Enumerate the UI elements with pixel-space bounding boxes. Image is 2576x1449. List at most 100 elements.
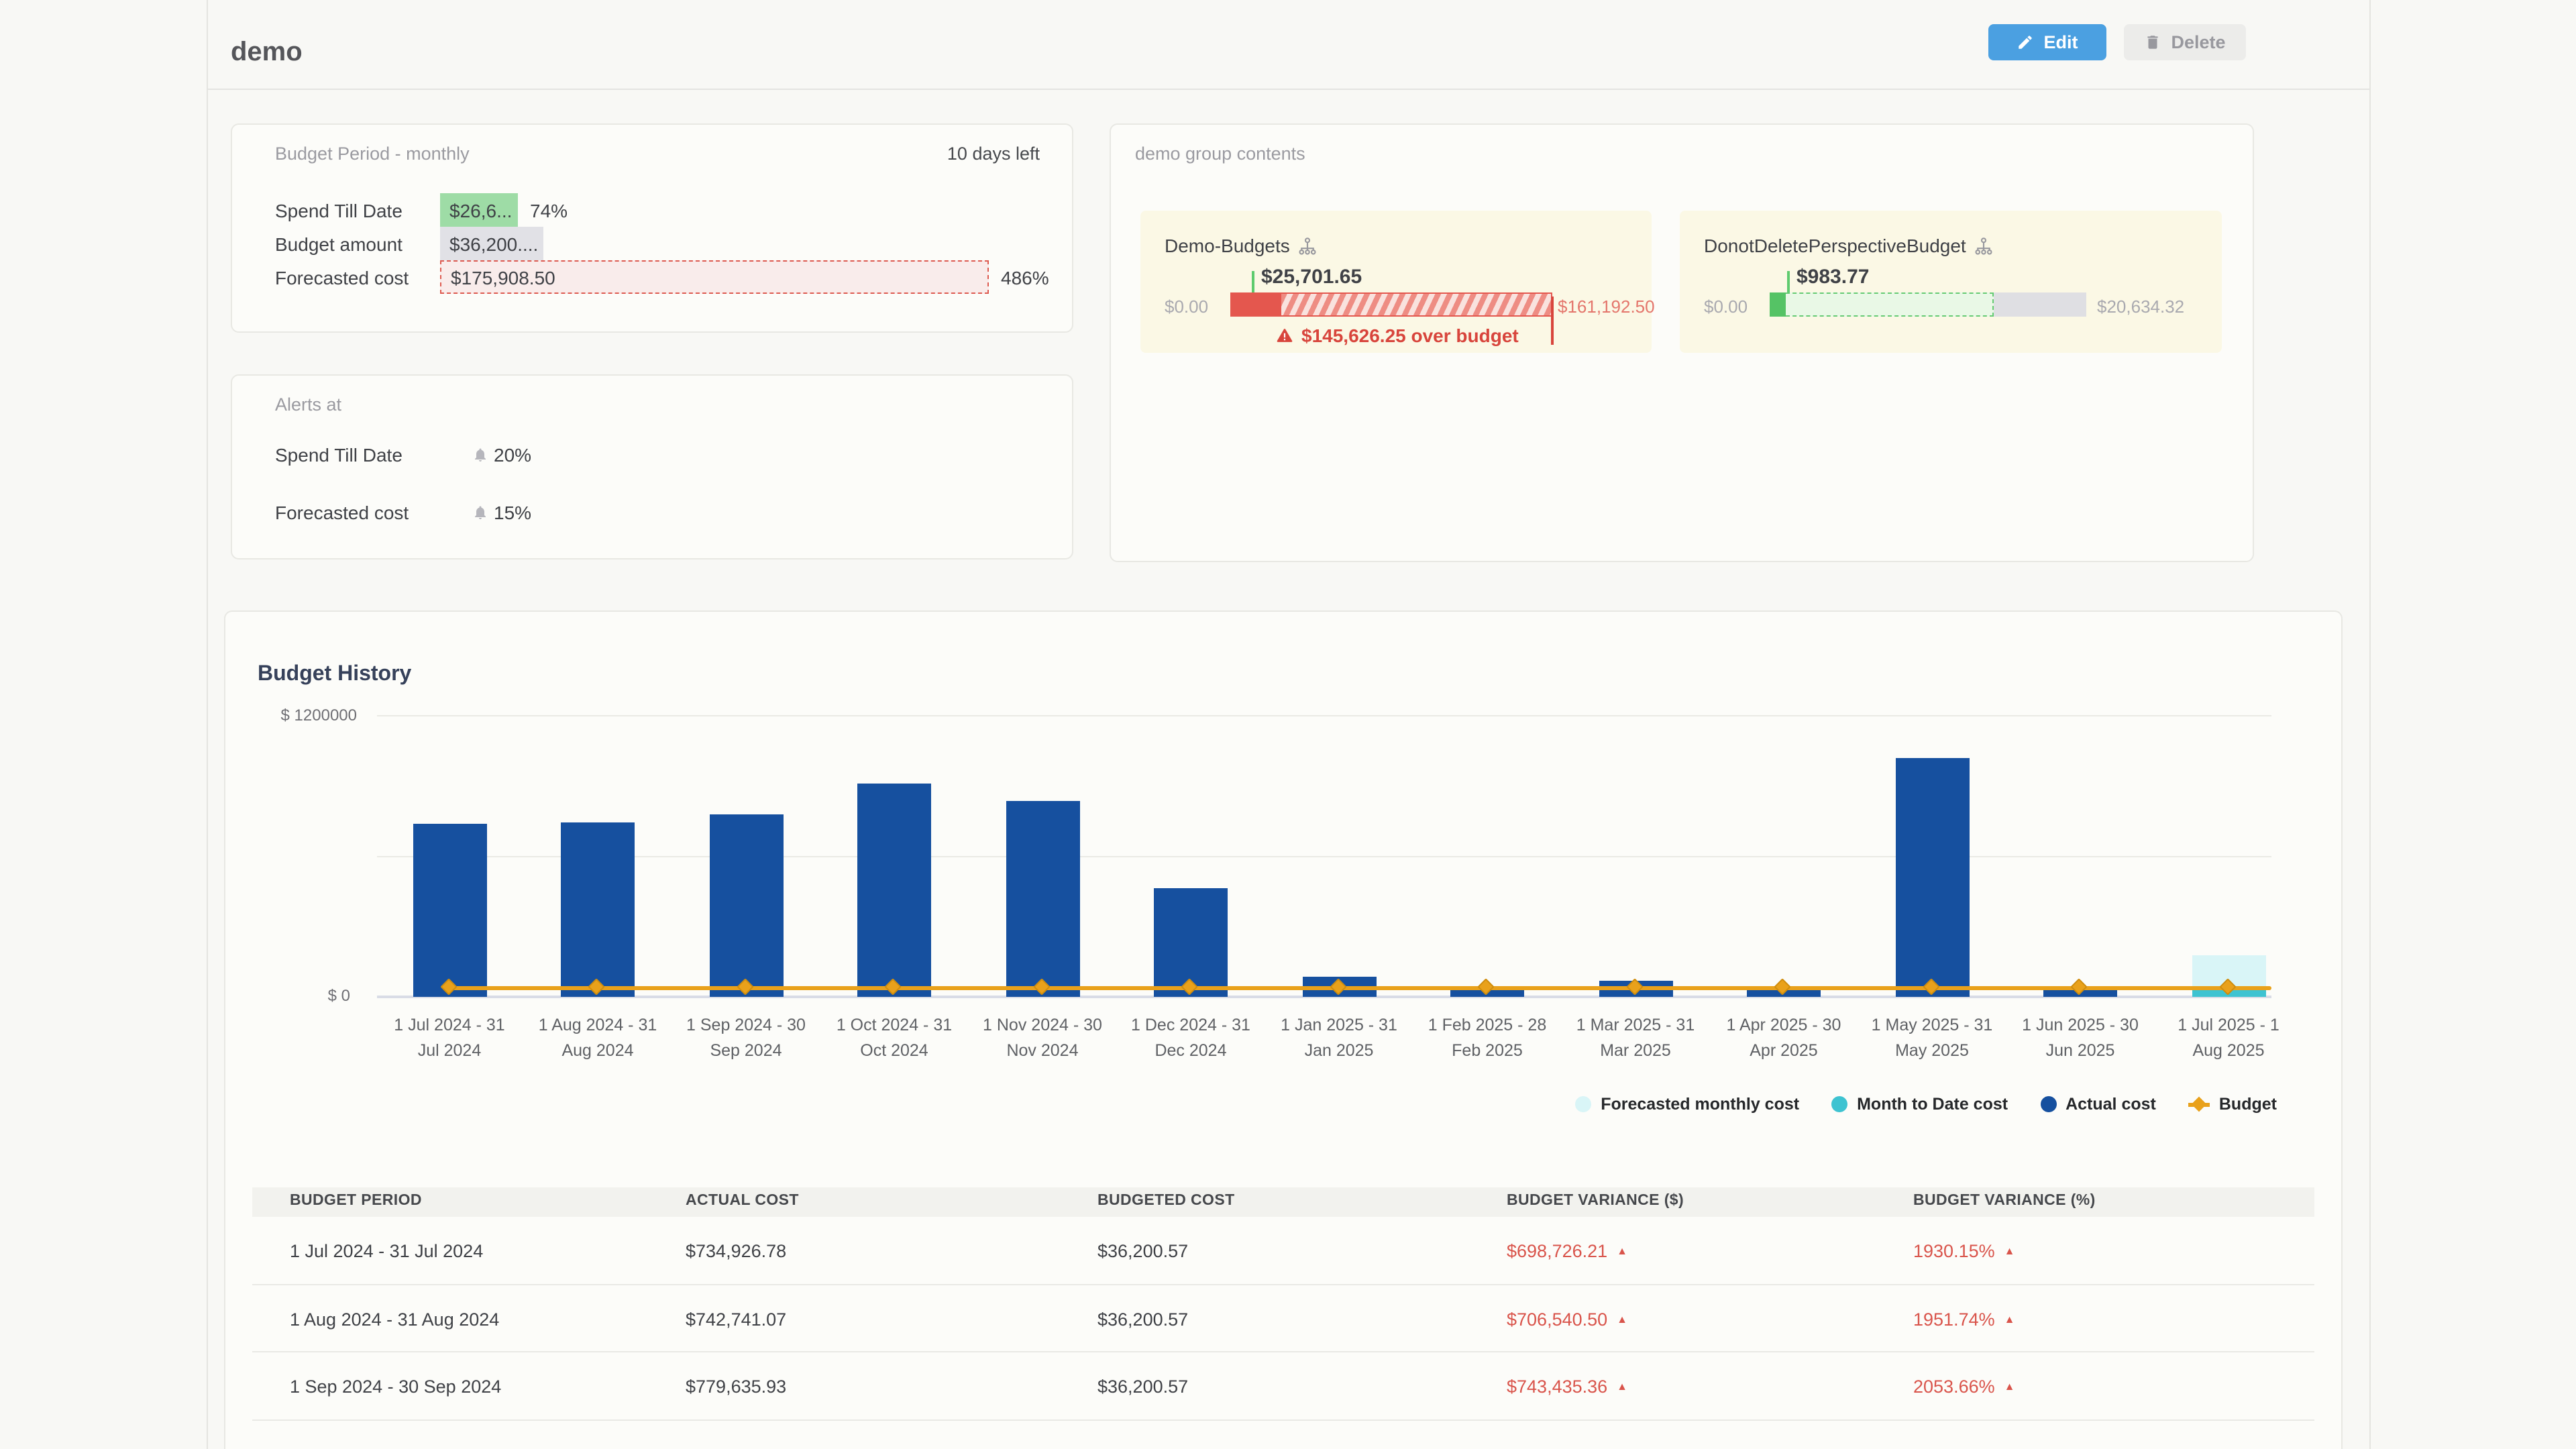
legend-label: Month to Date cost — [1857, 1095, 2008, 1114]
hierarchy-icon — [1974, 235, 1994, 256]
table-cell: 1951.74%▲ — [1913, 1309, 2015, 1329]
budget-item-demo-budgets: Demo-Budgets $25,701.65 $0.00 $161,192.5… — [1140, 211, 1652, 353]
table-cell: 2053.66%▲ — [1913, 1377, 2015, 1397]
budget-item-name: DonotDeletePerspectiveBudget — [1704, 235, 1966, 256]
budget-line — [449, 986, 2271, 990]
budget-amount-label: Budget amount — [275, 233, 440, 254]
edit-button-label: Edit — [2044, 32, 2078, 52]
legend-label: Forecasted monthly cost — [1601, 1095, 1799, 1114]
warning-icon — [1276, 327, 1293, 344]
forecast-chip: $175,908.50 — [440, 260, 989, 294]
spend-chip: $26,6... — [440, 193, 518, 227]
forecast-pct: 486% — [1001, 266, 1049, 288]
legend-dot-icon — [2040, 1096, 2056, 1112]
forecasted-cost-row: Forecasted cost $175,908.50 486% — [275, 260, 1049, 294]
bar-actual-cost — [857, 784, 931, 998]
group-contents-title: demo group contents — [1135, 144, 1305, 164]
left-divider — [207, 0, 208, 1449]
budget-period-title: Budget Period - monthly — [275, 144, 470, 164]
hierarchy-icon — [1298, 235, 1318, 256]
budget-item-value: $983.77 — [1796, 266, 1869, 288]
alert-forecast-label: Forecasted cost — [275, 502, 472, 523]
legend-diamond-icon — [2188, 1096, 2210, 1112]
table-cell: $743,435.36▲ — [1507, 1377, 1627, 1397]
spent-segment — [1770, 292, 1786, 317]
budget-amount-row: Budget amount $36,200.... — [275, 227, 543, 260]
spend-till-date-label: Spend Till Date — [275, 199, 440, 221]
bar-min-label: $0.00 — [1704, 297, 1748, 317]
table-cell: 1 Jul 2024 - 31 Jul 2024 — [290, 1241, 483, 1261]
table-cell: 1 Aug 2024 - 31 Aug 2024 — [290, 1309, 499, 1329]
edit-button[interactable]: Edit — [1988, 24, 2106, 60]
remaining-segment — [1994, 292, 2086, 317]
page: demo Edit Delete Budget Period - monthly… — [0, 0, 2576, 1449]
up-triangle-icon: ▲ — [1617, 1245, 1627, 1257]
budget-history-title: Budget History — [258, 663, 411, 687]
table-cell: $36,200.57 — [1097, 1309, 1188, 1329]
budget-history-card: Budget History $ 1200000 $ 0 1 Jul 2024 … — [224, 610, 2343, 1449]
table-cell: $706,540.50▲ — [1507, 1309, 1627, 1329]
chart-legend: Forecasted monthly cost Month to Date cos… — [1575, 1095, 2277, 1114]
table-cell: 1930.15%▲ — [1913, 1241, 2015, 1261]
page-title: demo — [231, 38, 303, 68]
group-contents-card: demo group contents Demo-Budgets $25,701… — [1110, 123, 2254, 562]
legend-label: Budget — [2219, 1095, 2277, 1114]
table-cell: $36,200.57 — [1097, 1377, 1188, 1397]
budget-progress-bar — [1770, 292, 2086, 317]
forecast-overage-segment — [1281, 292, 1552, 317]
delete-button-label: Delete — [2171, 32, 2225, 52]
legend-dot-icon — [1575, 1096, 1591, 1112]
spent-segment — [1230, 292, 1281, 317]
bell-icon — [472, 447, 488, 463]
legend-item-budget[interactable]: Budget — [2188, 1095, 2277, 1114]
budget-progress-bar — [1230, 292, 1552, 317]
table-row: 1 Aug 2024 - 31 Aug 2024 $742,741.07 $36,2… — [252, 1285, 2314, 1352]
budget-chip: $36,200.... — [440, 227, 543, 260]
column-header: BUDGETED COST — [1097, 1193, 1235, 1209]
column-header: ACTUAL COST — [686, 1193, 799, 1209]
header-divider — [207, 89, 2369, 90]
bar-actual-cost — [413, 824, 486, 997]
bell-icon — [472, 504, 488, 521]
alert-spend-value: 20% — [494, 444, 531, 466]
legend-item-actual-cost[interactable]: Actual cost — [2040, 1095, 2156, 1114]
column-header: BUDGET VARIANCE (%) — [1913, 1193, 2096, 1209]
right-divider — [2369, 0, 2371, 1449]
alert-row-spend: Spend Till Date 20% — [275, 444, 531, 466]
chart-plot: 1 Jul 2024 - 31Jul 20241 Aug 2024 - 31Au… — [377, 715, 2271, 997]
column-header: BUDGET PERIOD — [290, 1193, 422, 1209]
alert-spend-label: Spend Till Date — [275, 444, 472, 466]
table-cell: $36,200.57 — [1097, 1241, 1188, 1261]
up-triangle-icon: ▲ — [2004, 1313, 2015, 1325]
bar-actual-cost — [1895, 757, 1969, 997]
legend-item-forecasted-monthly-cost[interactable]: Forecasted monthly cost — [1575, 1095, 1799, 1114]
up-triangle-icon: ▲ — [2004, 1381, 2015, 1393]
pencil-icon — [2017, 34, 2035, 51]
alerts-card: Alerts at Spend Till Date 20% Forecasted… — [231, 374, 1073, 559]
legend-item-month-to-date-cost[interactable]: Month to Date cost — [1831, 1095, 2008, 1114]
spend-till-date-row: Spend Till Date $26,6... 74% — [275, 193, 568, 227]
table-cell: $742,741.07 — [686, 1309, 786, 1329]
bar-actual-cost — [709, 814, 783, 997]
y-axis-max-label: $ 1200000 — [236, 706, 357, 724]
table-cell: $779,635.93 — [686, 1377, 786, 1397]
forecasted-cost-label: Forecasted cost — [275, 266, 440, 288]
budget-item-value: $25,701.65 — [1261, 266, 1362, 288]
budget-item-name: Demo-Budgets — [1165, 235, 1290, 256]
y-axis-zero-label: $ 0 — [229, 986, 350, 1005]
over-budget-text: $145,626.25 over budget — [1301, 325, 1519, 346]
table-header-row: BUDGET PERIOD ACTUAL COST BUDGETED COST BUD… — [252, 1187, 2314, 1217]
delete-button[interactable]: Delete — [2124, 24, 2246, 60]
up-triangle-icon: ▲ — [1617, 1381, 1627, 1393]
bar-min-label: $0.00 — [1165, 297, 1208, 317]
spend-pct: 74% — [530, 199, 568, 221]
up-triangle-icon: ▲ — [2004, 1245, 2015, 1257]
bar-max-label: $20,634.32 — [2097, 297, 2184, 317]
up-triangle-icon: ▲ — [1617, 1313, 1627, 1325]
trash-icon — [2144, 34, 2161, 51]
budget-item-donotdelete: DonotDeletePerspectiveBudget $983.77 $0.… — [1680, 211, 2222, 353]
bar-actual-cost — [561, 822, 635, 997]
forecast-segment — [1786, 292, 1994, 317]
table-cell: $698,726.21▲ — [1507, 1241, 1627, 1261]
table-row: 1 Jul 2024 - 31 Jul 2024$734,926.78$36,2… — [252, 1217, 2314, 1285]
